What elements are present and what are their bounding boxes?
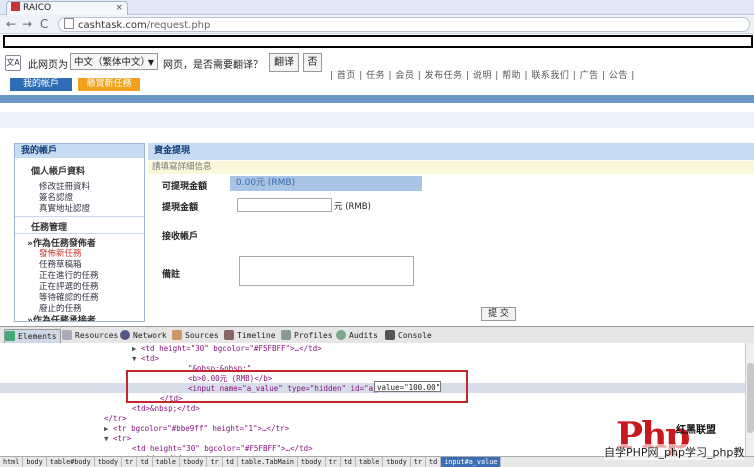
tab-close-icon[interactable]: × (115, 2, 123, 15)
devtools-tab-label: Sources (185, 331, 219, 340)
back-icon[interactable]: ← (6, 17, 16, 31)
content-band (0, 112, 754, 128)
devtools-tab-profiles[interactable]: Profiles (281, 329, 333, 342)
dom-node-line[interactable]: ▼ <td> (132, 354, 159, 364)
devtools-tab-label: Network (133, 331, 167, 340)
expand-arrow-icon[interactable]: ▶ (104, 424, 113, 433)
url-host: cashtask.com (78, 20, 147, 31)
dom-node-line[interactable]: ▼ <tr> (104, 434, 131, 444)
devtools-tab-elements[interactable]: Elements (4, 329, 61, 344)
tab-strip: RAICO × (0, 0, 754, 15)
devtools-tab-timeline[interactable]: Timeline (224, 329, 276, 342)
devtools-tab-resources[interactable]: Resources (62, 329, 118, 342)
devtools-toolbar: Elements Resources Network Sources Timel… (0, 326, 754, 344)
translate-prefix: 此网页为 (28, 60, 68, 71)
dom-node-markup: <td height="30" bgcolor="#F5FBFF">…</td> (132, 444, 313, 453)
devtools-tab-label: Audits (349, 331, 378, 340)
dom-node-line[interactable]: ▶ <tr bgcolor="#bbe9ff" height="1">…</tr… (104, 424, 289, 434)
sources-icon (172, 330, 182, 340)
devtools-tab-label: Resources (75, 331, 119, 340)
devtools-tab-label: Timeline (237, 331, 276, 340)
withdraw-form-panel: 資金提現 請填寫詳細信息 可提現金額 0.00元 (RMB) 提現金額 元 (R… (148, 143, 754, 321)
receive-account-label: 接收帳戶 (162, 232, 199, 242)
watermark-text: 自学PHP网_php学习_php教 (604, 444, 745, 460)
dom-node-markup: <tr> (113, 434, 132, 443)
browser-tab[interactable]: RAICO × (6, 1, 128, 15)
timeline-icon (224, 330, 234, 340)
address-bar-row: ← → C cashtask.com/request.php (0, 15, 754, 34)
chevron-down-icon: ▼ (147, 58, 154, 67)
attribute-value-popup[interactable]: value="100.00" (374, 381, 441, 392)
no-translate-button[interactable]: 否 (303, 53, 322, 72)
tab-title: RAICO (23, 3, 52, 13)
devtools-scrollbar[interactable] (745, 343, 754, 456)
site-nav-bar (0, 95, 754, 103)
collapse-arrow-icon[interactable]: ▼ (104, 434, 113, 443)
url-field[interactable]: cashtask.com/request.php (58, 17, 750, 32)
elements-icon (5, 331, 15, 341)
dom-node-markup: <td>&nbsp;</td> (132, 404, 200, 413)
dom-node-line[interactable]: <td height="30" bgcolor="#F5FBFF">…</td> (132, 444, 313, 454)
site-nav-fragment[interactable]: | 首页 | 任务 | 会员 | 发布任务 | 说明 | 帮助 | 联系我们 |… (330, 68, 635, 81)
redaction-bar (3, 35, 753, 48)
sidebar-section-taker[interactable]: »作為任務承接者 (27, 313, 96, 321)
devtools-tab-audits[interactable]: Audits (336, 329, 378, 342)
devtools-tab-network[interactable]: Network (120, 329, 167, 342)
available-amount-value: 0.00元 (RMB) (230, 176, 422, 191)
dom-node-markup: </tr> (104, 414, 127, 423)
reload-icon[interactable]: C (40, 17, 48, 31)
submit-button[interactable]: 提 交 (481, 307, 516, 321)
sidebar-item-address-verify[interactable]: 真實地址認證 (39, 202, 90, 214)
devtools-tab-label: Console (398, 331, 432, 340)
forward-icon[interactable]: → (22, 17, 32, 31)
collapse-arrow-icon[interactable]: ▼ (132, 354, 141, 363)
withdraw-amount-input[interactable] (237, 198, 332, 212)
devtools-tab-sources[interactable]: Sources (172, 329, 219, 342)
sidebar-divider (15, 216, 144, 217)
console-icon (385, 330, 395, 340)
dom-node-markup: <td height="30" bgcolor="#F5FBFF">…</td> (141, 344, 322, 353)
withdraw-amount-label: 提現金額 (162, 203, 199, 213)
withdraw-amount-unit: 元 (RMB) (334, 202, 371, 212)
page-icon (64, 18, 74, 29)
resources-icon (62, 330, 72, 340)
my-account-button[interactable]: 我的帐戶 (10, 78, 72, 91)
language-select[interactable]: 中文（繁体中文） ▼ (70, 53, 158, 70)
post-task-button[interactable]: 懸賞新任務 (78, 78, 140, 91)
watermark-subtitle: 红黑联盟 (676, 425, 716, 436)
language-select-value: 中文（繁体中文） (74, 57, 151, 68)
dom-node-markup: <td> (141, 354, 160, 363)
form-subtitle: 請填寫詳細信息 (148, 161, 754, 174)
profiles-icon (281, 330, 291, 340)
dom-node-line[interactable]: </tr> (104, 414, 127, 424)
account-sidebar: 我的帳戶 個人帳戶資料 修改註冊資料 簽名認證 真實地址認證 任務管理 »作為任… (14, 143, 145, 322)
dom-node-markup: <tr bgcolor="#bbe9ff" height="1">…</tr> (113, 424, 290, 433)
scrollbar-thumb[interactable] (747, 363, 754, 433)
sidebar-divider (15, 233, 144, 234)
devtools-tab-label: Elements (18, 332, 57, 341)
expand-arrow-icon[interactable]: ▶ (132, 344, 141, 353)
translate-button[interactable]: 翻译 (269, 53, 299, 72)
available-amount-label: 可提現金額 (162, 182, 208, 192)
devtools-tab-label: Profiles (294, 331, 333, 340)
form-title: 資金提現 (148, 143, 754, 160)
translate-question: 网页，是否需要翻译？ (163, 60, 263, 71)
sidebar-section-profile: 個人帳戶資料 (31, 167, 86, 177)
note-label: 備註 (162, 270, 181, 280)
sidebar-section-tasks: 任務管理 (31, 223, 68, 233)
url-path: /request.php (146, 20, 211, 31)
dom-node-line[interactable]: <td>&nbsp;</td> (132, 404, 200, 414)
favicon-icon (11, 2, 20, 11)
dom-node-line[interactable]: ▶ <td height="30" bgcolor="#F5FBFF">…</t… (132, 344, 322, 354)
translate-icon: 文A (5, 55, 21, 71)
network-icon (120, 330, 130, 340)
sidebar-header: 我的帳戶 (15, 144, 144, 158)
devtools-tab-console[interactable]: Console (385, 329, 432, 342)
audits-icon (336, 330, 346, 340)
note-textarea[interactable] (239, 256, 414, 286)
